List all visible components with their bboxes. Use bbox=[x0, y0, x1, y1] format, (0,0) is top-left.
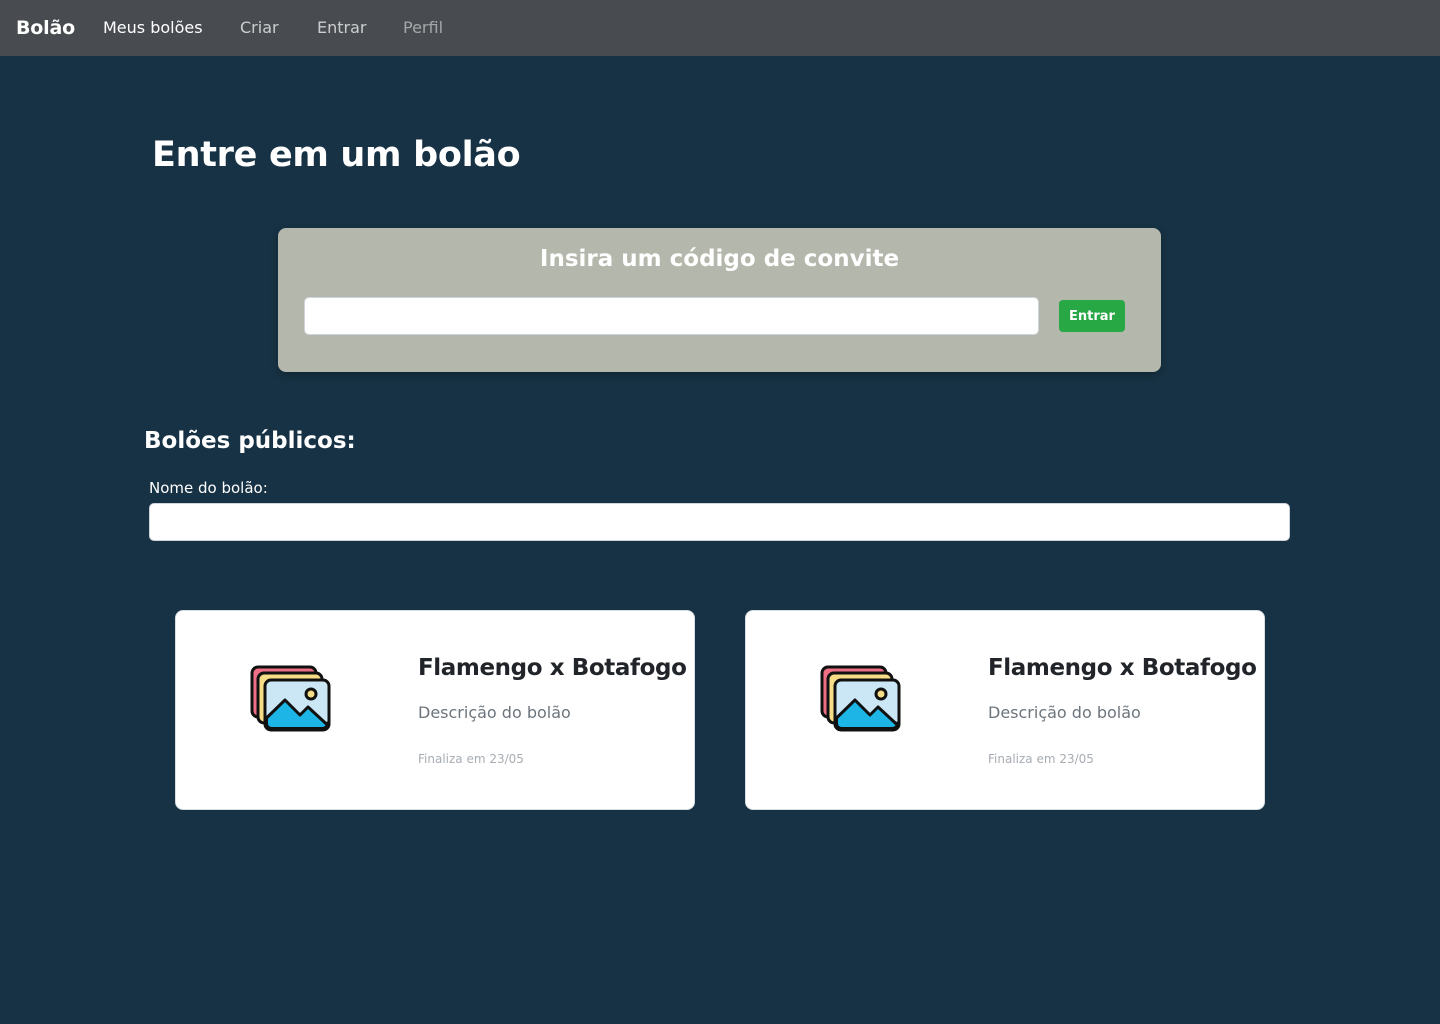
invite-code-input[interactable] bbox=[304, 297, 1039, 335]
pool-card-end-date: Finaliza em 23/05 bbox=[418, 752, 524, 766]
pool-card-description: Descrição do bolão bbox=[418, 703, 571, 722]
nav-link-criar[interactable]: Criar bbox=[240, 18, 279, 38]
pool-card[interactable]: Flamengo x Botafogo Descrição do bolão F… bbox=[175, 610, 695, 810]
nav-link-meus-boloes[interactable]: Meus bolões bbox=[103, 18, 203, 38]
navbar: Bolão Meus bolões Criar Entrar Perfil bbox=[0, 0, 1440, 56]
invite-panel: Insira um código de convite Entrar bbox=[278, 228, 1161, 372]
pool-card-end-date: Finaliza em 23/05 bbox=[988, 752, 1094, 766]
pool-name-label: Nome do bolão: bbox=[149, 479, 268, 497]
pool-card-title: Flamengo x Botafogo bbox=[418, 655, 687, 681]
invite-heading: Insira um código de convite bbox=[539, 246, 900, 272]
public-section-title: Bolões públicos: bbox=[144, 428, 356, 454]
images-icon bbox=[250, 665, 331, 732]
pool-card-description: Descrição do bolão bbox=[988, 703, 1141, 722]
pool-card[interactable]: Flamengo x Botafogo Descrição do bolão F… bbox=[745, 610, 1265, 810]
nav-link-perfil[interactable]: Perfil bbox=[403, 18, 443, 38]
pool-card-title: Flamengo x Botafogo bbox=[988, 655, 1257, 681]
images-icon bbox=[820, 665, 901, 732]
pool-name-filter-input[interactable] bbox=[149, 503, 1290, 541]
page-title: Entre em um bolão bbox=[152, 135, 521, 175]
brand-logo[interactable]: Bolão bbox=[16, 16, 75, 40]
nav-link-entrar[interactable]: Entrar bbox=[317, 18, 366, 38]
join-button[interactable]: Entrar bbox=[1059, 300, 1125, 332]
